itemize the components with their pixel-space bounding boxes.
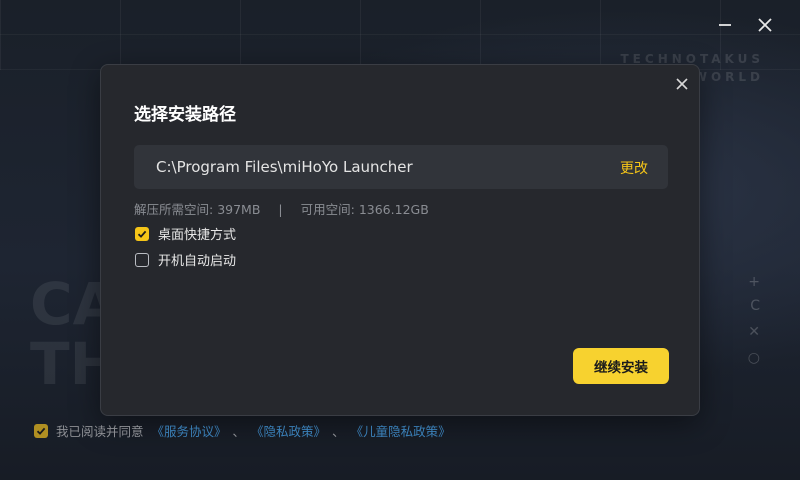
desktop-shortcut-checkbox[interactable] <box>135 226 149 241</box>
x-decoration-icon: ✕ <box>748 324 760 340</box>
close-icon <box>758 18 772 32</box>
desktop-shortcut-label: 桌面快捷方式 <box>158 228 237 243</box>
window-minimize-button[interactable] <box>712 12 738 38</box>
change-path-button[interactable]: 更改 <box>620 158 648 178</box>
c-decoration-icon: C <box>750 298 760 314</box>
minimize-icon <box>719 24 731 26</box>
auto-start-label: 开机自动启动 <box>158 254 237 269</box>
plus-decoration-icon: + <box>748 274 760 290</box>
required-space-label: 解压所需空间: <box>134 202 214 217</box>
agreement-row: 我已阅读并同意 《服务协议》 、 《隐私政策》 、 《儿童隐私政策》 <box>34 421 451 440</box>
dialog-title: 选择安装路径 <box>134 105 236 125</box>
dialog-close-button[interactable] <box>671 73 693 95</box>
available-space-label: 可用空间: <box>300 202 355 217</box>
auto-start-option[interactable]: 开机自动启动 <box>135 250 236 269</box>
privacy-policy-link[interactable]: 《隐私政策》 <box>251 421 326 440</box>
install-path-value: C:\Program Files\miHoYo Launcher <box>156 158 413 176</box>
continue-install-button[interactable]: 继续安装 <box>573 348 669 384</box>
agreement-checkbox[interactable] <box>34 423 48 438</box>
window-close-button[interactable] <box>752 12 778 38</box>
agreement-separator: 、 <box>232 424 246 439</box>
disk-space-info: 解压所需空间: 397MB | 可用空间: 1366.12GB <box>134 199 429 218</box>
checkmark-icon <box>36 427 46 435</box>
desktop-shortcut-option[interactable]: 桌面快捷方式 <box>135 224 236 243</box>
space-separator: | <box>278 202 283 217</box>
required-space-value: 397MB <box>217 202 261 217</box>
install-path-dialog: 选择安装路径 C:\Program Files\miHoYo Launcher … <box>100 64 700 416</box>
install-path-field[interactable]: C:\Program Files\miHoYo Launcher 更改 <box>134 145 668 189</box>
auto-start-checkbox[interactable] <box>135 252 149 267</box>
agreement-separator: 、 <box>332 424 345 439</box>
children-privacy-policy-link[interactable]: 《儿童隐私政策》 <box>351 421 451 440</box>
available-space-value: 1366.12GB <box>358 202 429 217</box>
agreement-prefix: 我已阅读并同意 <box>56 424 144 439</box>
close-icon <box>676 78 688 90</box>
circle-decoration-icon: ○ <box>747 350 760 366</box>
terms-of-service-link[interactable]: 《服务协议》 <box>152 421 227 440</box>
checkmark-icon <box>137 230 147 238</box>
